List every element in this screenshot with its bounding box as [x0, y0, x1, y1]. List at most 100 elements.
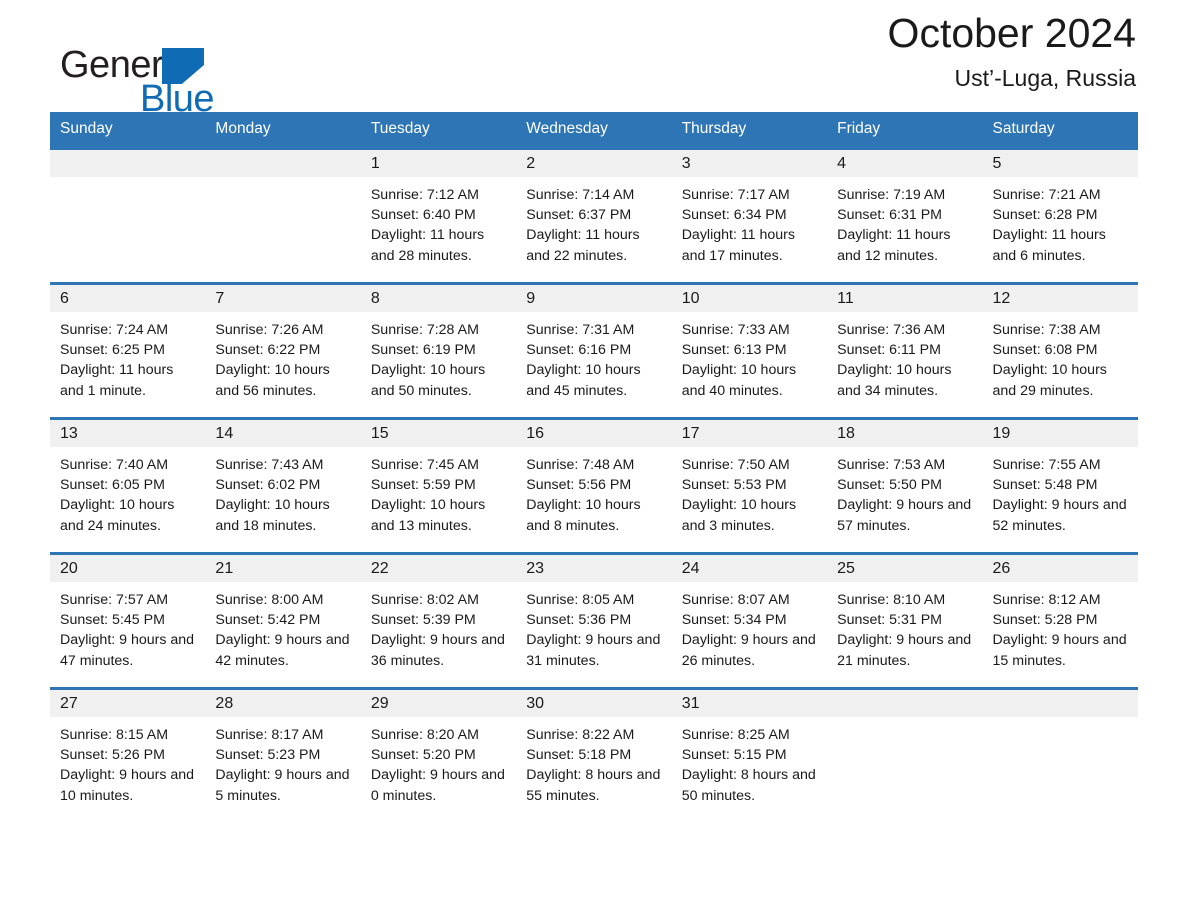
- calendar-day-cell[interactable]: 21 Sunrise: 8:00 AM Sunset: 5:42 PM Dayligh…: [205, 552, 361, 689]
- daylight-text: Daylight: 9 hours and 21 minutes.: [837, 632, 972, 669]
- day-details: Sunrise: 7:36 AM Sunset: 6:11 PM Daylight:…: [827, 312, 982, 401]
- sunset-text: Sunset: 5:23 PM: [215, 747, 321, 764]
- day-cell-content: 13 Sunrise: 7:40 AM Sunset: 6:05 PM Dayligh…: [50, 420, 206, 552]
- calendar-day-cell[interactable]: 12 Sunrise: 7:38 AM Sunset: 6:08 PM Dayligh…: [982, 282, 1138, 419]
- calendar-day-cell[interactable]: 29 Sunrise: 8:20 AM Sunset: 5:20 PM Dayligh…: [360, 687, 517, 822]
- calendar-day-cell[interactable]: 22 Sunrise: 8:02 AM Sunset: 5:39 PM Dayligh…: [360, 552, 517, 689]
- day-cell-content: 26 Sunrise: 8:12 AM Sunset: 5:28 PM Dayligh…: [982, 555, 1138, 687]
- calendar-day-cell[interactable]: 24 Sunrise: 8:07 AM Sunset: 5:34 PM Dayligh…: [671, 552, 828, 689]
- day-number: 9: [516, 285, 672, 312]
- daylight-text: Daylight: 9 hours and 5 minutes.: [215, 767, 350, 804]
- day-details: Sunrise: 8:25 AM Sunset: 5:15 PM Daylight:…: [672, 717, 827, 806]
- day-cell-content: [982, 690, 1138, 822]
- sunset-text: Sunset: 6:34 PM: [681, 207, 787, 224]
- day-number: 8: [360, 285, 517, 312]
- calendar-week-row: 6 Sunrise: 7:24 AM Sunset: 6:25 PM Daylight…: [50, 282, 1138, 419]
- day-cell-content: 7 Sunrise: 7:26 AM Sunset: 6:22 PM Daylight…: [205, 285, 361, 417]
- calendar-day-cell[interactable]: 6 Sunrise: 7:24 AM Sunset: 6:25 PM Daylight…: [50, 282, 206, 419]
- brand-logo[interactable]: General Blue: [60, 46, 320, 126]
- day-cell-content: 1 Sunrise: 7:12 AM Sunset: 6:40 PM Daylight…: [360, 150, 517, 282]
- calendar-day-cell[interactable]: 26 Sunrise: 8:12 AM Sunset: 5:28 PM Dayligh…: [982, 552, 1138, 689]
- sunrise-text: Sunrise: 7:33 AM: [681, 322, 790, 338]
- day-cell-content: 21 Sunrise: 8:00 AM Sunset: 5:42 PM Dayligh…: [205, 555, 361, 687]
- sunrise-text: Sunrise: 8:10 AM: [837, 592, 946, 608]
- day-details: Sunrise: 7:31 AM Sunset: 6:16 PM Daylight:…: [516, 312, 671, 401]
- calendar-day-cell[interactable]: 9 Sunrise: 7:31 AM Sunset: 6:16 PM Daylight…: [516, 282, 672, 419]
- day-number: 5: [982, 150, 1138, 177]
- day-details: Sunrise: 8:07 AM Sunset: 5:34 PM Daylight:…: [672, 582, 827, 671]
- sunset-text: Sunset: 5:56 PM: [526, 477, 632, 494]
- calendar-day-cell[interactable]: 25 Sunrise: 8:10 AM Sunset: 5:31 PM Dayligh…: [827, 552, 983, 689]
- calendar-day-cell[interactable]: 14 Sunrise: 7:43 AM Sunset: 6:02 PM Dayligh…: [205, 417, 361, 554]
- sunrise-text: Sunrise: 8:15 AM: [60, 727, 169, 743]
- brand-name-blue: Blue: [140, 78, 215, 120]
- day-cell-content: 9 Sunrise: 7:31 AM Sunset: 6:16 PM Daylight…: [516, 285, 672, 417]
- sunset-text: Sunset: 6:08 PM: [992, 342, 1098, 359]
- day-cell-content: 22 Sunrise: 8:02 AM Sunset: 5:39 PM Dayligh…: [360, 555, 517, 687]
- day-cell-content: 14 Sunrise: 7:43 AM Sunset: 6:02 PM Dayligh…: [205, 420, 361, 552]
- calendar-week-row: 1 Sunrise: 7:12 AM Sunset: 6:40 PM Daylight…: [50, 147, 1138, 284]
- calendar-day-cell[interactable]: 8 Sunrise: 7:28 AM Sunset: 6:19 PM Daylight…: [360, 282, 517, 419]
- calendar-day-cell[interactable]: 18 Sunrise: 7:53 AM Sunset: 5:50 PM Dayligh…: [827, 417, 983, 554]
- day-cell-content: 4 Sunrise: 7:19 AM Sunset: 6:31 PM Daylight…: [827, 150, 983, 282]
- sunrise-text: Sunrise: 8:02 AM: [370, 592, 479, 608]
- calendar-day-cell[interactable]: 19 Sunrise: 7:55 AM Sunset: 5:48 PM Dayligh…: [982, 417, 1138, 554]
- day-cell-content: 11 Sunrise: 7:36 AM Sunset: 6:11 PM Dayligh…: [827, 285, 983, 417]
- day-details: Sunrise: 7:26 AM Sunset: 6:22 PM Daylight:…: [205, 312, 360, 401]
- day-details: Sunrise: 7:45 AM Sunset: 5:59 PM Daylight:…: [361, 447, 516, 536]
- calendar-day-cell[interactable]: 1 Sunrise: 7:12 AM Sunset: 6:40 PM Daylight…: [360, 147, 517, 284]
- day-cell-content: 29 Sunrise: 8:20 AM Sunset: 5:20 PM Dayligh…: [360, 690, 517, 822]
- day-number: 6: [50, 285, 206, 312]
- day-details: Sunrise: 7:28 AM Sunset: 6:19 PM Daylight:…: [361, 312, 516, 401]
- calendar-day-cell-empty: [50, 147, 206, 284]
- calendar-day-cell[interactable]: 17 Sunrise: 7:50 AM Sunset: 5:53 PM Dayligh…: [671, 417, 828, 554]
- calendar-day-cell[interactable]: 2 Sunrise: 7:14 AM Sunset: 6:37 PM Daylight…: [516, 147, 672, 284]
- calendar-day-cell[interactable]: 20 Sunrise: 7:57 AM Sunset: 5:45 PM Dayligh…: [50, 552, 206, 689]
- page-subtitle: Ust’-Luga, Russia: [954, 65, 1136, 92]
- day-number: 21: [205, 555, 361, 582]
- calendar-day-cell[interactable]: 23 Sunrise: 8:05 AM Sunset: 5:36 PM Dayligh…: [516, 552, 672, 689]
- daylight-text: Daylight: 11 hours and 17 minutes.: [681, 227, 795, 264]
- daylight-text: Daylight: 11 hours and 12 minutes.: [837, 227, 951, 264]
- daylight-text: Daylight: 8 hours and 55 minutes.: [526, 767, 661, 804]
- daylight-text: Daylight: 9 hours and 31 minutes.: [526, 632, 661, 669]
- daylight-text: Daylight: 10 hours and 3 minutes.: [681, 497, 797, 534]
- sunrise-text: Sunrise: 7:26 AM: [215, 322, 324, 338]
- weekday-header-friday: Friday: [827, 112, 983, 149]
- calendar-day-cell[interactable]: 16 Sunrise: 7:48 AM Sunset: 5:56 PM Dayligh…: [516, 417, 672, 554]
- daylight-text: Daylight: 11 hours and 1 minute.: [60, 362, 174, 399]
- daylight-text: Daylight: 10 hours and 56 minutes.: [215, 362, 330, 399]
- calendar-day-cell[interactable]: 7 Sunrise: 7:26 AM Sunset: 6:22 PM Daylight…: [205, 282, 361, 419]
- day-cell-content: 15 Sunrise: 7:45 AM Sunset: 5:59 PM Dayligh…: [360, 420, 517, 552]
- calendar-day-cell[interactable]: 30 Sunrise: 8:22 AM Sunset: 5:18 PM Dayligh…: [516, 687, 672, 822]
- sunset-text: Sunset: 6:19 PM: [370, 342, 476, 359]
- calendar-day-cell[interactable]: 11 Sunrise: 7:36 AM Sunset: 6:11 PM Dayligh…: [827, 282, 983, 419]
- sunrise-text: Sunrise: 7:21 AM: [992, 187, 1101, 203]
- daylight-text: Daylight: 10 hours and 45 minutes.: [526, 362, 641, 399]
- sunrise-text: Sunrise: 7:55 AM: [992, 457, 1101, 473]
- calendar-day-cell[interactable]: 5 Sunrise: 7:21 AM Sunset: 6:28 PM Daylight…: [982, 147, 1138, 284]
- calendar-day-cell[interactable]: 27 Sunrise: 8:15 AM Sunset: 5:26 PM Dayligh…: [50, 687, 206, 822]
- daylight-text: Daylight: 9 hours and 52 minutes.: [992, 497, 1127, 534]
- day-cell-content: 27 Sunrise: 8:15 AM Sunset: 5:26 PM Dayligh…: [50, 690, 206, 822]
- sunrise-text: Sunrise: 8:17 AM: [215, 727, 324, 743]
- calendar-day-cell[interactable]: 10 Sunrise: 7:33 AM Sunset: 6:13 PM Dayligh…: [671, 282, 828, 419]
- sunset-text: Sunset: 5:48 PM: [992, 477, 1098, 494]
- calendar-day-cell[interactable]: 13 Sunrise: 7:40 AM Sunset: 6:05 PM Dayligh…: [50, 417, 206, 554]
- calendar-day-cell[interactable]: 31 Sunrise: 8:25 AM Sunset: 5:15 PM Dayligh…: [671, 687, 828, 822]
- day-number: [50, 150, 206, 177]
- day-cell-content: 25 Sunrise: 8:10 AM Sunset: 5:31 PM Dayligh…: [827, 555, 983, 687]
- day-details: Sunrise: 8:22 AM Sunset: 5:18 PM Daylight:…: [516, 717, 671, 806]
- sunset-text: Sunset: 5:53 PM: [681, 477, 787, 494]
- calendar-body: 1 Sunrise: 7:12 AM Sunset: 6:40 PM Daylight…: [50, 147, 1138, 822]
- daylight-text: Daylight: 9 hours and 26 minutes.: [681, 632, 816, 669]
- calendar-day-cell[interactable]: 3 Sunrise: 7:17 AM Sunset: 6:34 PM Daylight…: [671, 147, 828, 284]
- calendar-day-cell[interactable]: 15 Sunrise: 7:45 AM Sunset: 5:59 PM Dayligh…: [360, 417, 517, 554]
- calendar-day-cell[interactable]: 28 Sunrise: 8:17 AM Sunset: 5:23 PM Dayligh…: [205, 687, 361, 822]
- day-cell-content: [827, 690, 983, 822]
- daylight-text: Daylight: 8 hours and 50 minutes.: [681, 767, 816, 804]
- sunset-text: Sunset: 5:28 PM: [992, 612, 1098, 629]
- sunset-text: Sunset: 6:16 PM: [526, 342, 632, 359]
- calendar-day-cell[interactable]: 4 Sunrise: 7:19 AM Sunset: 6:31 PM Daylight…: [827, 147, 983, 284]
- sunset-text: Sunset: 6:31 PM: [837, 207, 942, 224]
